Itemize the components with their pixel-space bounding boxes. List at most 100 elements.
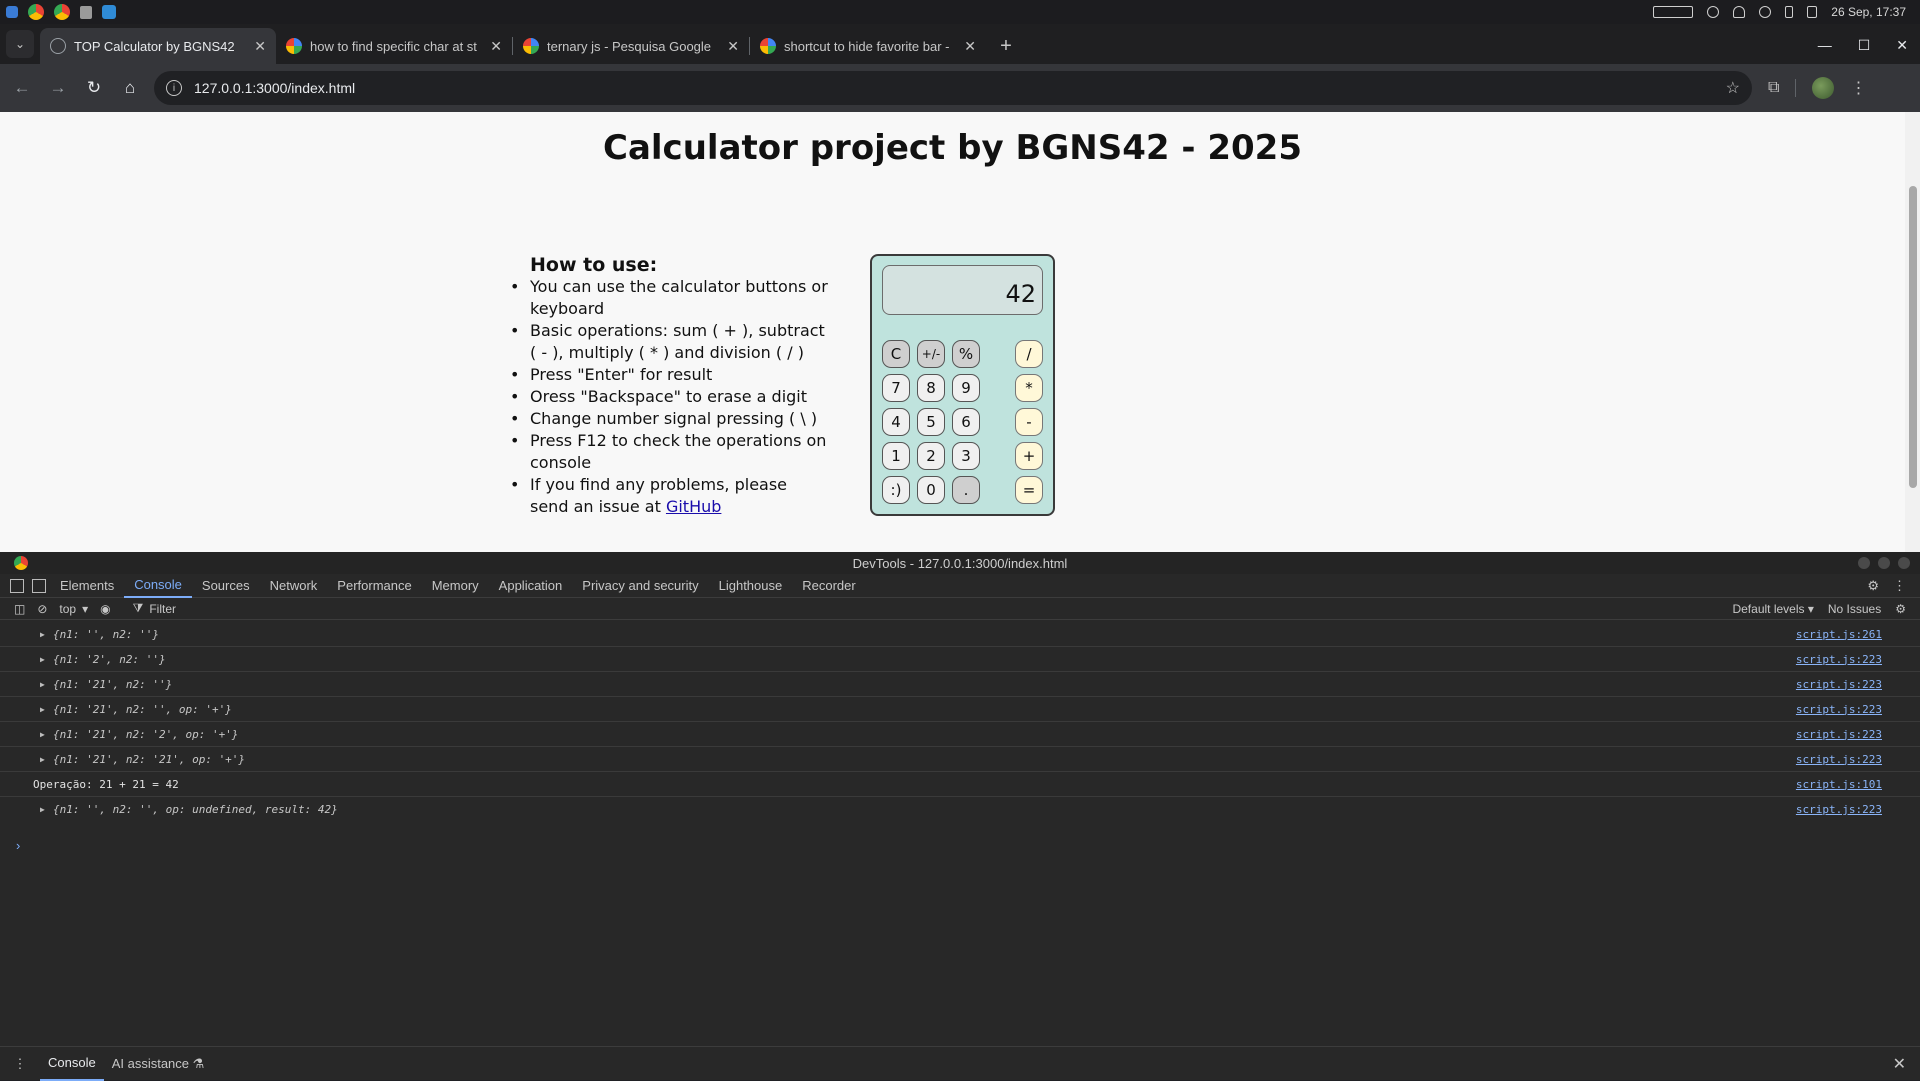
extensions-icon[interactable]: ⧉ [1768, 79, 1779, 97]
console-log-row[interactable]: ▶ {n1: '', n2: '', op: undefined, result… [0, 797, 1920, 822]
close-tab-icon[interactable]: ✕ [254, 38, 266, 55]
source-link[interactable]: script.js:223 [1796, 803, 1882, 816]
chrome-icon[interactable] [28, 4, 44, 20]
url-text[interactable]: 127.0.0.1:3000/index.html [194, 80, 355, 96]
source-link[interactable]: script.js:223 [1796, 678, 1882, 691]
console-filter-input[interactable]: ⧩ Filter [123, 601, 186, 616]
digit-2-button[interactable]: 2 [917, 442, 945, 470]
expand-arrow-icon[interactable]: ▶ [40, 755, 45, 764]
close-icon[interactable] [1898, 557, 1910, 569]
digit-7-button[interactable]: 7 [882, 374, 910, 402]
drawer-tab-console[interactable]: Console [40, 1047, 104, 1081]
page-scrollbar[interactable] [1905, 112, 1920, 552]
clear-button[interactable]: C [882, 340, 910, 368]
address-bar[interactable]: i 127.0.0.1:3000/index.html ☆ [154, 71, 1752, 105]
tab-calculator[interactable]: TOP Calculator by BGNS42 ✕ [40, 28, 276, 64]
close-drawer-icon[interactable]: ✕ [1893, 1054, 1920, 1074]
sidebar-toggle-icon[interactable]: ◫ [14, 602, 25, 616]
expand-arrow-icon[interactable]: ▶ [40, 630, 45, 639]
digit-3-button[interactable]: 3 [952, 442, 980, 470]
tab-ternary[interactable]: ternary js - Pesquisa Google ✕ [513, 28, 749, 64]
divide-button[interactable]: / [1015, 340, 1043, 368]
tab-recorder[interactable]: Recorder [792, 574, 865, 598]
digit-5-button[interactable]: 5 [917, 408, 945, 436]
decimal-button[interactable]: . [952, 476, 980, 504]
profile-avatar[interactable] [1812, 77, 1835, 99]
digit-0-button[interactable]: 0 [917, 476, 945, 504]
inspect-element-icon[interactable] [10, 578, 24, 593]
console-log-row[interactable]: ▶ {n1: '21', n2: '2', op: '+'} script.js… [0, 722, 1920, 747]
chrome-icon[interactable] [54, 4, 70, 20]
minimize-icon[interactable] [1858, 557, 1870, 569]
tab-lighthouse[interactable]: Lighthouse [709, 574, 793, 598]
gear-icon[interactable]: ⚙ [1867, 578, 1879, 594]
percent-button[interactable]: % [952, 340, 980, 368]
digit-8-button[interactable]: 8 [917, 374, 945, 402]
tab-network[interactable]: Network [260, 574, 328, 598]
eye-icon[interactable]: ◉ [100, 602, 110, 616]
close-window-icon[interactable]: ✕ [1896, 37, 1908, 54]
sync-icon[interactable] [1759, 6, 1772, 18]
tab-memory[interactable]: Memory [422, 574, 489, 598]
reload-button[interactable]: ↻ [76, 70, 112, 106]
app-menu-icon[interactable] [6, 6, 18, 18]
smile-button[interactable]: :) [882, 476, 910, 504]
bluetooth-icon[interactable] [1785, 6, 1794, 18]
tab-elements[interactable]: Elements [50, 574, 124, 598]
add-button[interactable]: + [1015, 442, 1043, 470]
source-link[interactable]: script.js:261 [1796, 628, 1882, 641]
github-link[interactable]: GitHub [666, 497, 721, 516]
forward-button[interactable]: → [40, 70, 76, 106]
source-link[interactable]: script.js:223 [1796, 753, 1882, 766]
digit-1-button[interactable]: 1 [882, 442, 910, 470]
expand-arrow-icon[interactable]: ▶ [40, 680, 45, 689]
maximize-icon[interactable] [1878, 557, 1890, 569]
text-editor-icon[interactable] [80, 5, 92, 19]
gear-icon[interactable]: ⚙ [1895, 602, 1906, 616]
expand-arrow-icon[interactable]: ▶ [40, 730, 45, 739]
device-toolbar-icon[interactable] [32, 578, 46, 593]
home-button[interactable]: ⌂ [112, 70, 148, 106]
digit-4-button[interactable]: 4 [882, 408, 910, 436]
minimize-icon[interactable]: — [1818, 37, 1832, 54]
console-prompt[interactable]: › [16, 838, 20, 853]
console-log-row[interactable]: ▶ {n1: '21', n2: ''} script.js:223 [0, 672, 1920, 697]
console-log-row[interactable]: ▶ {n1: '21', n2: '', op: '+'} script.js:… [0, 697, 1920, 722]
console-log-row[interactable]: ▶ {n1: '21', n2: '21', op: '+'} script.j… [0, 747, 1920, 772]
source-link[interactable]: script.js:223 [1796, 703, 1882, 716]
scrollbar-thumb[interactable] [1909, 186, 1917, 488]
expand-arrow-icon[interactable]: ▶ [40, 705, 45, 714]
close-tab-icon[interactable]: ✕ [490, 38, 502, 55]
sign-button[interactable]: +/- [917, 340, 945, 368]
close-tab-icon[interactable]: ✕ [727, 38, 739, 55]
drawer-tab-ai-assistance[interactable]: AI assistance ⚗ [104, 1047, 213, 1081]
source-link[interactable]: script.js:101 [1796, 778, 1882, 791]
vscode-icon[interactable] [102, 5, 116, 19]
log-levels-dropdown[interactable]: Default levels ▾ [1732, 602, 1813, 616]
context-selector[interactable]: top ▾ [59, 602, 88, 616]
tab-sources[interactable]: Sources [192, 574, 260, 598]
console-log-row[interactable]: ▶ {n1: '', n2: ''} script.js:261 [0, 622, 1920, 647]
tab-shortcut[interactable]: shortcut to hide favorite bar - ✕ [750, 28, 986, 64]
maximize-icon[interactable]: ☐ [1858, 37, 1871, 54]
kebab-menu-icon[interactable]: ⋮ [0, 1056, 40, 1072]
subtract-button[interactable]: - [1015, 408, 1043, 436]
digit-9-button[interactable]: 9 [952, 374, 980, 402]
kebab-menu-icon[interactable]: ⋮ [1850, 78, 1866, 98]
source-link[interactable]: script.js:223 [1796, 653, 1882, 666]
tab-privacy-security[interactable]: Privacy and security [572, 574, 708, 598]
volume-icon[interactable] [1807, 6, 1818, 18]
tab-search-button[interactable]: ⌄ [6, 30, 34, 58]
attachment-icon[interactable] [1707, 6, 1720, 18]
equals-button[interactable]: = [1015, 476, 1043, 504]
window-switcher-icon[interactable] [1653, 6, 1694, 18]
tab-application[interactable]: Application [489, 574, 573, 598]
bookmark-star-icon[interactable]: ☆ [1726, 78, 1740, 98]
kebab-menu-icon[interactable]: ⋮ [1893, 578, 1906, 594]
bell-icon[interactable] [1733, 6, 1746, 18]
digit-6-button[interactable]: 6 [952, 408, 980, 436]
tab-performance[interactable]: Performance [327, 574, 421, 598]
console-log-row[interactable]: ▶ {n1: '2', n2: ''} script.js:223 [0, 647, 1920, 672]
info-icon[interactable]: i [166, 80, 182, 96]
source-link[interactable]: script.js:223 [1796, 728, 1882, 741]
